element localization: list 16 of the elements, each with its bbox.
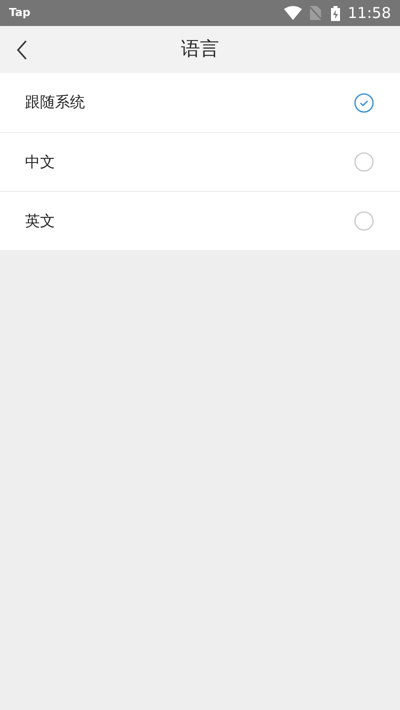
option-label: 中文 xyxy=(25,152,56,173)
no-sim-icon xyxy=(310,6,321,20)
radio-icon[interactable] xyxy=(354,152,374,172)
battery-charging-icon xyxy=(330,6,340,20)
page-title: 语言 xyxy=(181,37,219,62)
status-time: 11:58 xyxy=(348,2,391,24)
option-label: 英文 xyxy=(25,210,56,232)
wifi-icon xyxy=(284,6,302,20)
status-app-name: Tap xyxy=(9,4,30,21)
language-option[interactable]: 跟随系统 xyxy=(0,73,400,132)
checked-radio-icon[interactable] xyxy=(354,92,374,112)
language-option[interactable]: 中文 xyxy=(0,132,400,191)
language-option[interactable]: 英文 xyxy=(0,191,400,250)
option-label: 跟随系统 xyxy=(25,92,86,114)
back-icon xyxy=(16,40,28,60)
radio-icon[interactable] xyxy=(354,211,374,231)
